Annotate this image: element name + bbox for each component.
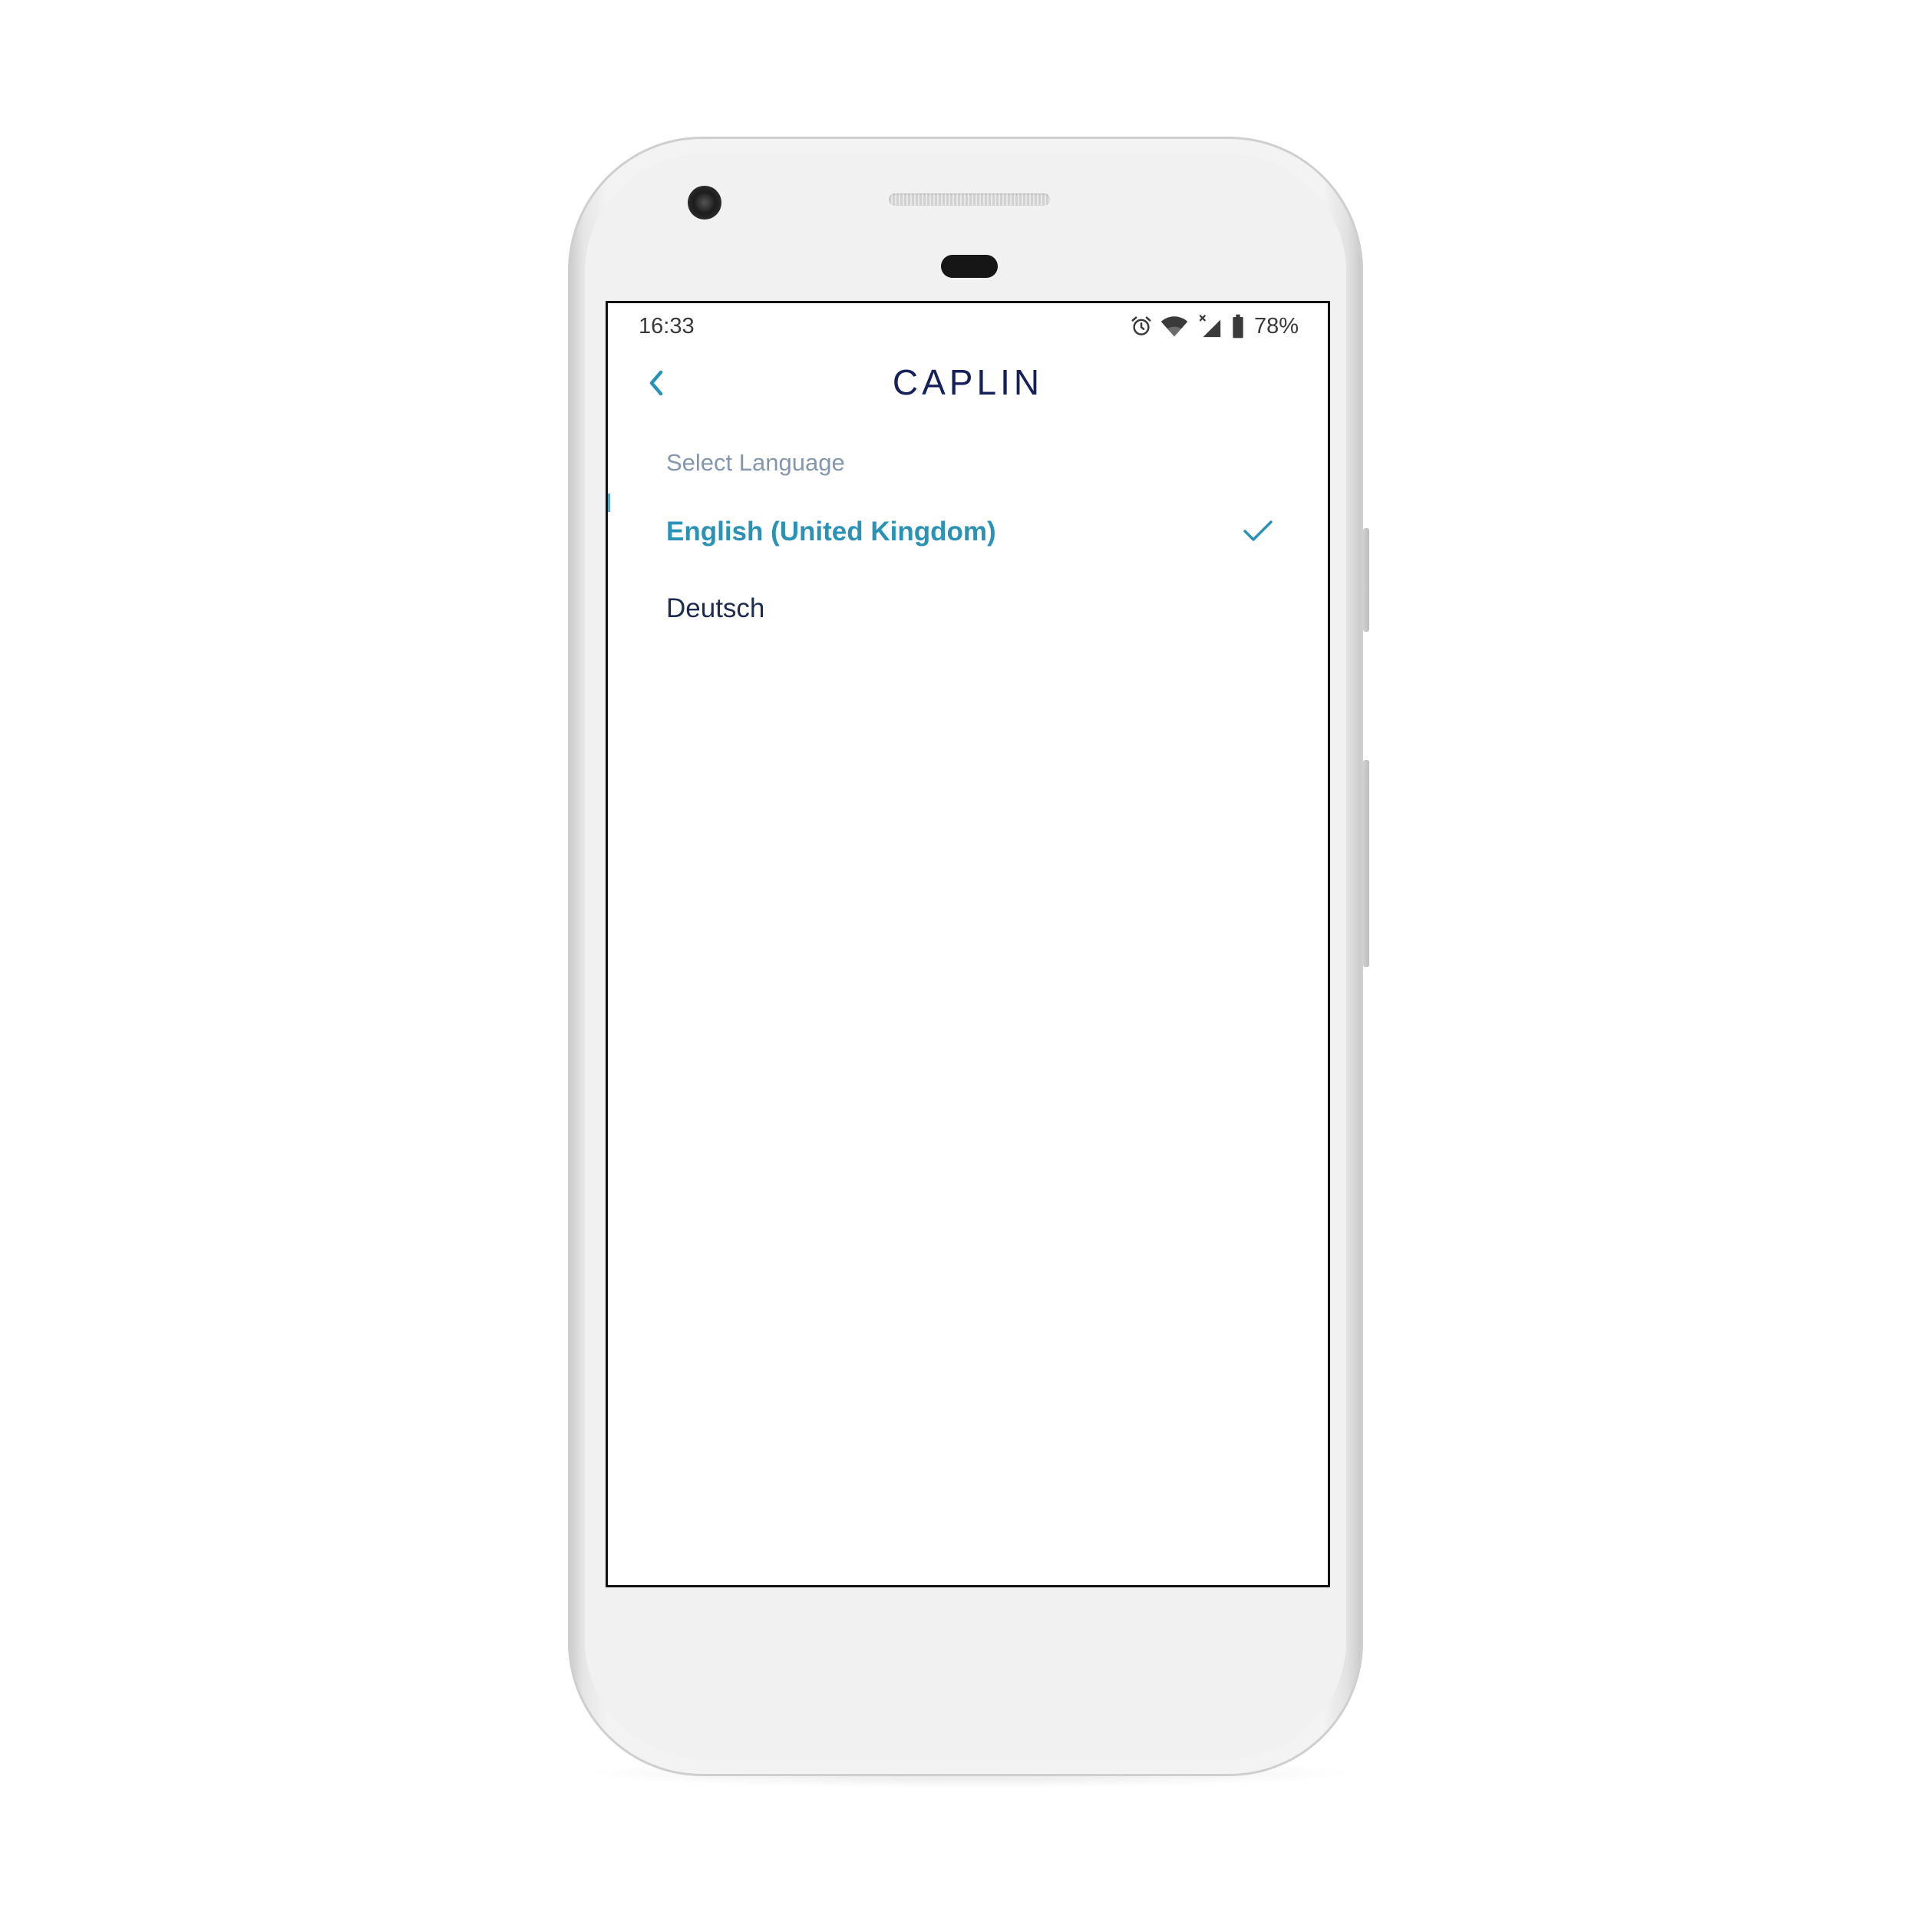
front-camera [688,186,721,220]
alarm-icon [1130,315,1153,338]
app-header: CAPLIN [608,351,1328,415]
language-label: Deutsch [666,593,765,623]
earpiece-speaker [889,193,1050,206]
battery-level: 78% [1253,313,1299,339]
status-bar: 16:33 78% [608,303,1328,348]
section-title: Select Language [666,449,845,476]
device-stage: 16:33 78% CAPLIN Select Language English… [0,0,1928,1932]
language-label: English (United Kingdom) [666,517,996,547]
language-option-english[interactable]: English (United Kingdom) [608,495,1328,572]
caplin-logo: CAPLIN [892,362,1044,402]
wifi-icon [1160,315,1188,338]
volume-button [1363,760,1369,967]
signal-icon [1196,313,1223,339]
language-list: English (United Kingdom) Deutsch [608,495,1328,649]
power-button [1363,528,1369,632]
proximity-sensor [941,255,998,278]
status-icons: 78% [1130,312,1299,340]
language-option-deutsch[interactable]: Deutsch [608,572,1328,649]
checkmark-icon [1242,518,1274,548]
status-time: 16:33 [639,314,695,339]
phone-screen: 16:33 78% CAPLIN Select Language English… [606,301,1330,1587]
phone-chin [606,1587,1330,1741]
battery-icon [1231,314,1245,339]
